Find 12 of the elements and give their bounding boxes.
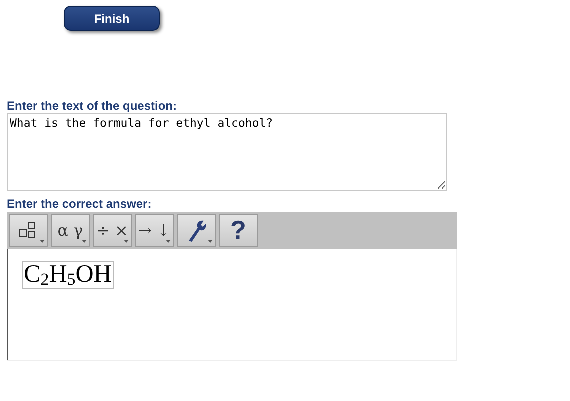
formula: C$_{2}$H$_{5}$OH bbox=[22, 261, 114, 289]
question-label: Enter the text of the question: bbox=[7, 99, 178, 113]
help-button[interactable]: ? bbox=[219, 214, 258, 247]
toolbar-button[interactable]: ÷ × bbox=[93, 214, 132, 247]
answer-editor[interactable]: C$_{2}$H$_{5}$OH bbox=[7, 249, 457, 361]
toolbar-button[interactable]: α γ bbox=[51, 214, 90, 247]
question-field[interactable]: What is the formula for ethyl alcohol? bbox=[7, 113, 447, 191]
toolbar-button[interactable]: → ↓ bbox=[135, 214, 174, 247]
toolbar-button[interactable] bbox=[9, 214, 48, 247]
finish-button[interactable]: Finish bbox=[64, 6, 160, 31]
answer-label: Enter the correct answer: bbox=[7, 197, 153, 211]
toolbar-button[interactable] bbox=[177, 214, 216, 247]
